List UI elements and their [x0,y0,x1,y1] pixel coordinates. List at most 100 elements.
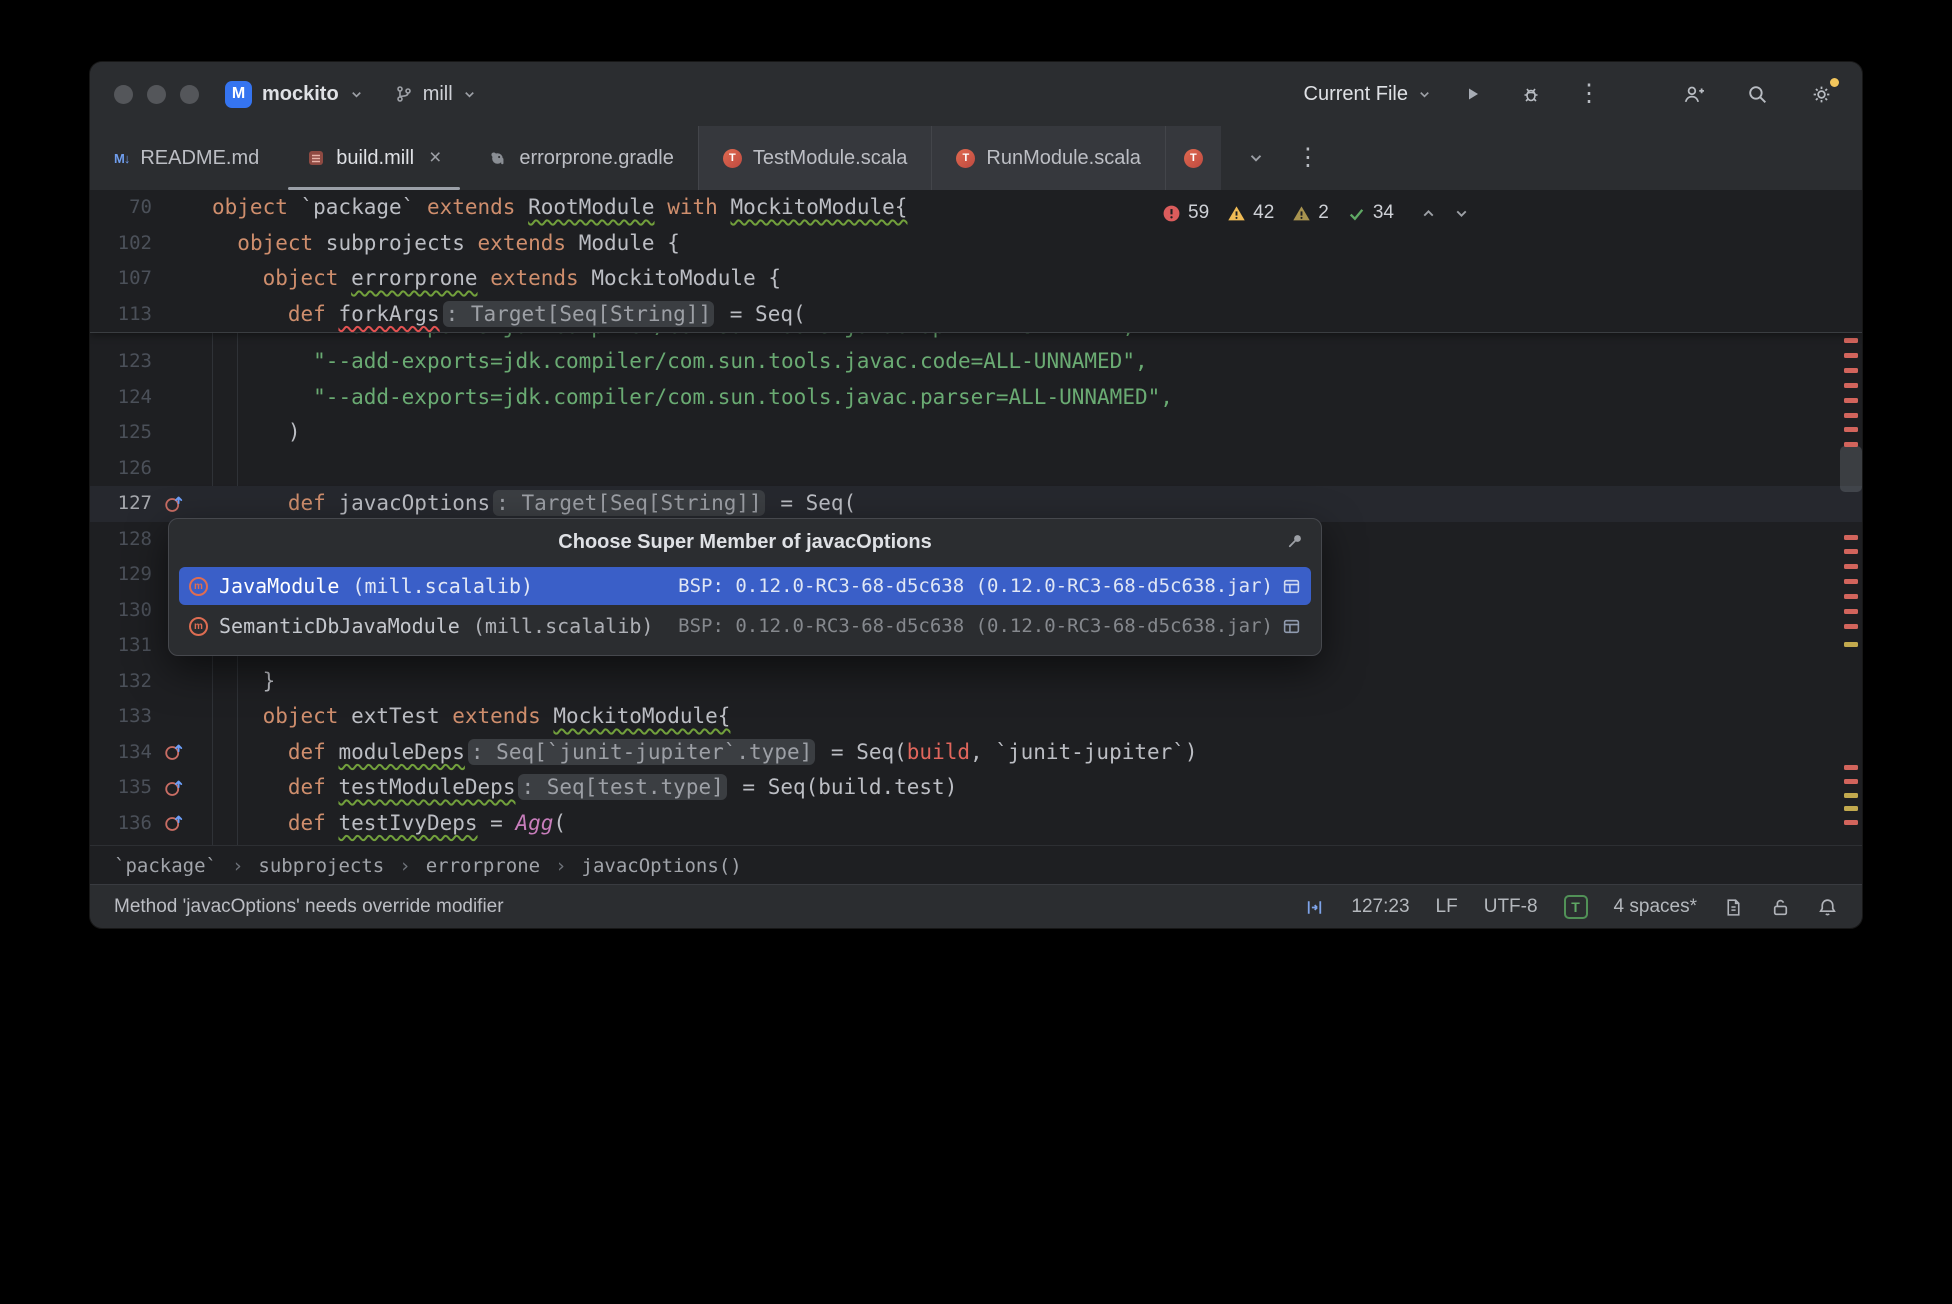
tab-readme-md[interactable]: M↓ README.md [90,126,283,190]
more-actions-button[interactable]: ⋮ [1572,77,1606,111]
line-number[interactable]: 131 [90,628,152,664]
line-number[interactable]: 135 [90,770,152,806]
tab-partial[interactable]: T [1165,126,1221,190]
code-token: = Seq( [818,740,907,764]
breadcrumb-item[interactable]: errorprone [426,855,540,877]
line-number[interactable]: 126 [90,451,152,487]
code-token: testModuleDeps [338,775,515,799]
line-number[interactable]: 123 [90,344,152,380]
encoding-widget[interactable]: UTF-8 [1484,896,1538,918]
pin-button[interactable] [1285,531,1305,557]
scala-test-icon: T [1184,149,1203,168]
breadcrumb-separator-icon: › [399,855,410,877]
code-line[interactable]: 134 def moduleDeps: Seq[`junit-jupiter`.… [90,735,1862,771]
lock-icon[interactable] [1770,897,1791,918]
line-number[interactable]: 107 [90,261,152,297]
code-line[interactable]: 113 def forkArgs: Target[Seq[String]] = … [90,297,1862,333]
tab-options-button[interactable]: ⋮ [1291,141,1325,175]
code-line[interactable]: 127 def javacOptions: Target[Seq[String]… [90,486,1862,522]
errors-count[interactable]: 59 [1162,202,1209,224]
run-configuration-label: Current File [1304,83,1408,106]
line-number[interactable]: 136 [90,806,152,842]
passed-count-label: 34 [1373,202,1394,224]
code-token: build [907,740,970,764]
line-number[interactable]: 127 [90,486,152,522]
code-line[interactable]: 126 [90,451,1862,487]
chevron-down-icon[interactable] [1453,205,1470,222]
code-text: "--add-exports=jdk.compiler/com.sun.tool… [212,344,1862,380]
zoom-window-button[interactable] [180,85,199,104]
override-gutter-icon[interactable] [152,494,196,514]
code-style-icon[interactable] [1723,897,1744,918]
line-number[interactable]: 132 [90,664,152,700]
code-line[interactable]: 136 def testIvyDeps = Agg( [90,806,1862,842]
override-gutter-icon[interactable] [152,778,196,798]
code-line[interactable]: 123 "--add-exports=jdk.compiler/com.sun.… [90,344,1862,380]
breadcrumb-item[interactable]: `package` [114,855,217,877]
line-number[interactable]: 124 [90,380,152,416]
line-number[interactable]: 125 [90,415,152,451]
inspections-widget[interactable]: 59 42 2 34 [1162,202,1470,224]
minimize-window-button[interactable] [147,85,166,104]
show-hidden-tabs-button[interactable] [1239,141,1273,175]
caret-position-widget[interactable]: 127:23 [1351,896,1409,918]
window-controls [114,85,199,104]
override-gutter-icon[interactable] [152,742,196,762]
list-item-javamodule[interactable]: m JavaModule (mill.scalalib) BSP: 0.12.0… [179,567,1311,605]
indent-widget[interactable]: 4 spaces* [1614,896,1697,918]
code-line[interactable]: 124 "--add-exports=jdk.compiler/com.sun.… [90,380,1862,416]
code-line[interactable]: 135 def testModuleDeps: Seq[test.type] =… [90,770,1862,806]
gutter: 113 [90,297,212,333]
tab-errorprone-gradle[interactable]: errorprone.gradle [465,126,698,190]
bell-icon[interactable] [1817,897,1838,918]
vcs-branch-widget[interactable]: mill [394,83,477,106]
breadcrumb-item[interactable]: subprojects [258,855,384,877]
run-button[interactable] [1456,77,1490,111]
code-line[interactable]: 133 object extTest extends MockitoModule… [90,699,1862,735]
line-number[interactable]: 102 [90,226,152,262]
code-token: extTest [338,704,452,728]
line-number[interactable]: 129 [90,557,152,593]
code-line[interactable]: "--add-exports=jdk.compiler/com.sun.tool… [90,333,1862,344]
weak-warnings-count[interactable]: 2 [1292,202,1329,224]
indent-status-icon[interactable] [1304,897,1325,918]
tab-build-mill[interactable]: build.mill × [283,126,465,190]
type-annotations-badge[interactable]: T [1564,895,1588,919]
line-number[interactable]: 113 [90,297,152,333]
scrollbar-thumb[interactable] [1840,446,1862,492]
warnings-count[interactable]: 42 [1227,202,1274,224]
settings-button[interactable] [1804,77,1838,111]
line-number[interactable]: 70 [90,190,152,226]
code-token: extends [490,266,579,290]
close-window-button[interactable] [114,85,133,104]
override-gutter-icon[interactable] [152,813,196,833]
editor[interactable]: 70object `package` extends RootModule wi… [90,190,1862,845]
code-line[interactable]: 107 object errorprone extends MockitoMod… [90,261,1862,297]
tab-runmodule-scala[interactable]: T RunModule.scala [931,126,1165,190]
breadcrumb-item[interactable]: javacOptions() [582,855,742,877]
code-line[interactable]: 125 ) [90,415,1862,451]
chevron-up-icon[interactable] [1420,205,1437,222]
library-jar-icon [1282,577,1301,596]
line-separator-widget[interactable]: LF [1436,896,1458,918]
line-number[interactable]: 133 [90,699,152,735]
debug-button[interactable] [1514,77,1548,111]
code-line[interactable]: 70object `package` extends RootModule wi… [90,190,1862,226]
passed-count[interactable]: 34 [1347,202,1394,224]
line-number[interactable]: 130 [90,593,152,629]
run-configuration-selector[interactable]: Current File [1304,83,1432,106]
code-line[interactable]: 132 } [90,664,1862,700]
gutter: 107 [90,261,212,297]
line-number[interactable]: 134 [90,735,152,771]
close-tab-icon[interactable]: × [429,146,441,170]
project-widget[interactable]: M mockito [225,81,364,108]
breadcrumbs: `package` › subprojects › errorprone › j… [90,845,1862,885]
line-number[interactable]: 128 [90,522,152,558]
error-stripe-mark [1844,564,1858,569]
list-item-semanticdbjavamodule[interactable]: m SemanticDbJavaModule (mill.scalalib) B… [179,607,1311,645]
code-line[interactable]: 102 object subprojects extends Module { [90,226,1862,262]
code-with-me-button[interactable] [1676,77,1710,111]
code-token [326,775,339,799]
search-everywhere-button[interactable] [1740,77,1774,111]
tab-testmodule-scala[interactable]: T TestModule.scala [698,126,932,190]
